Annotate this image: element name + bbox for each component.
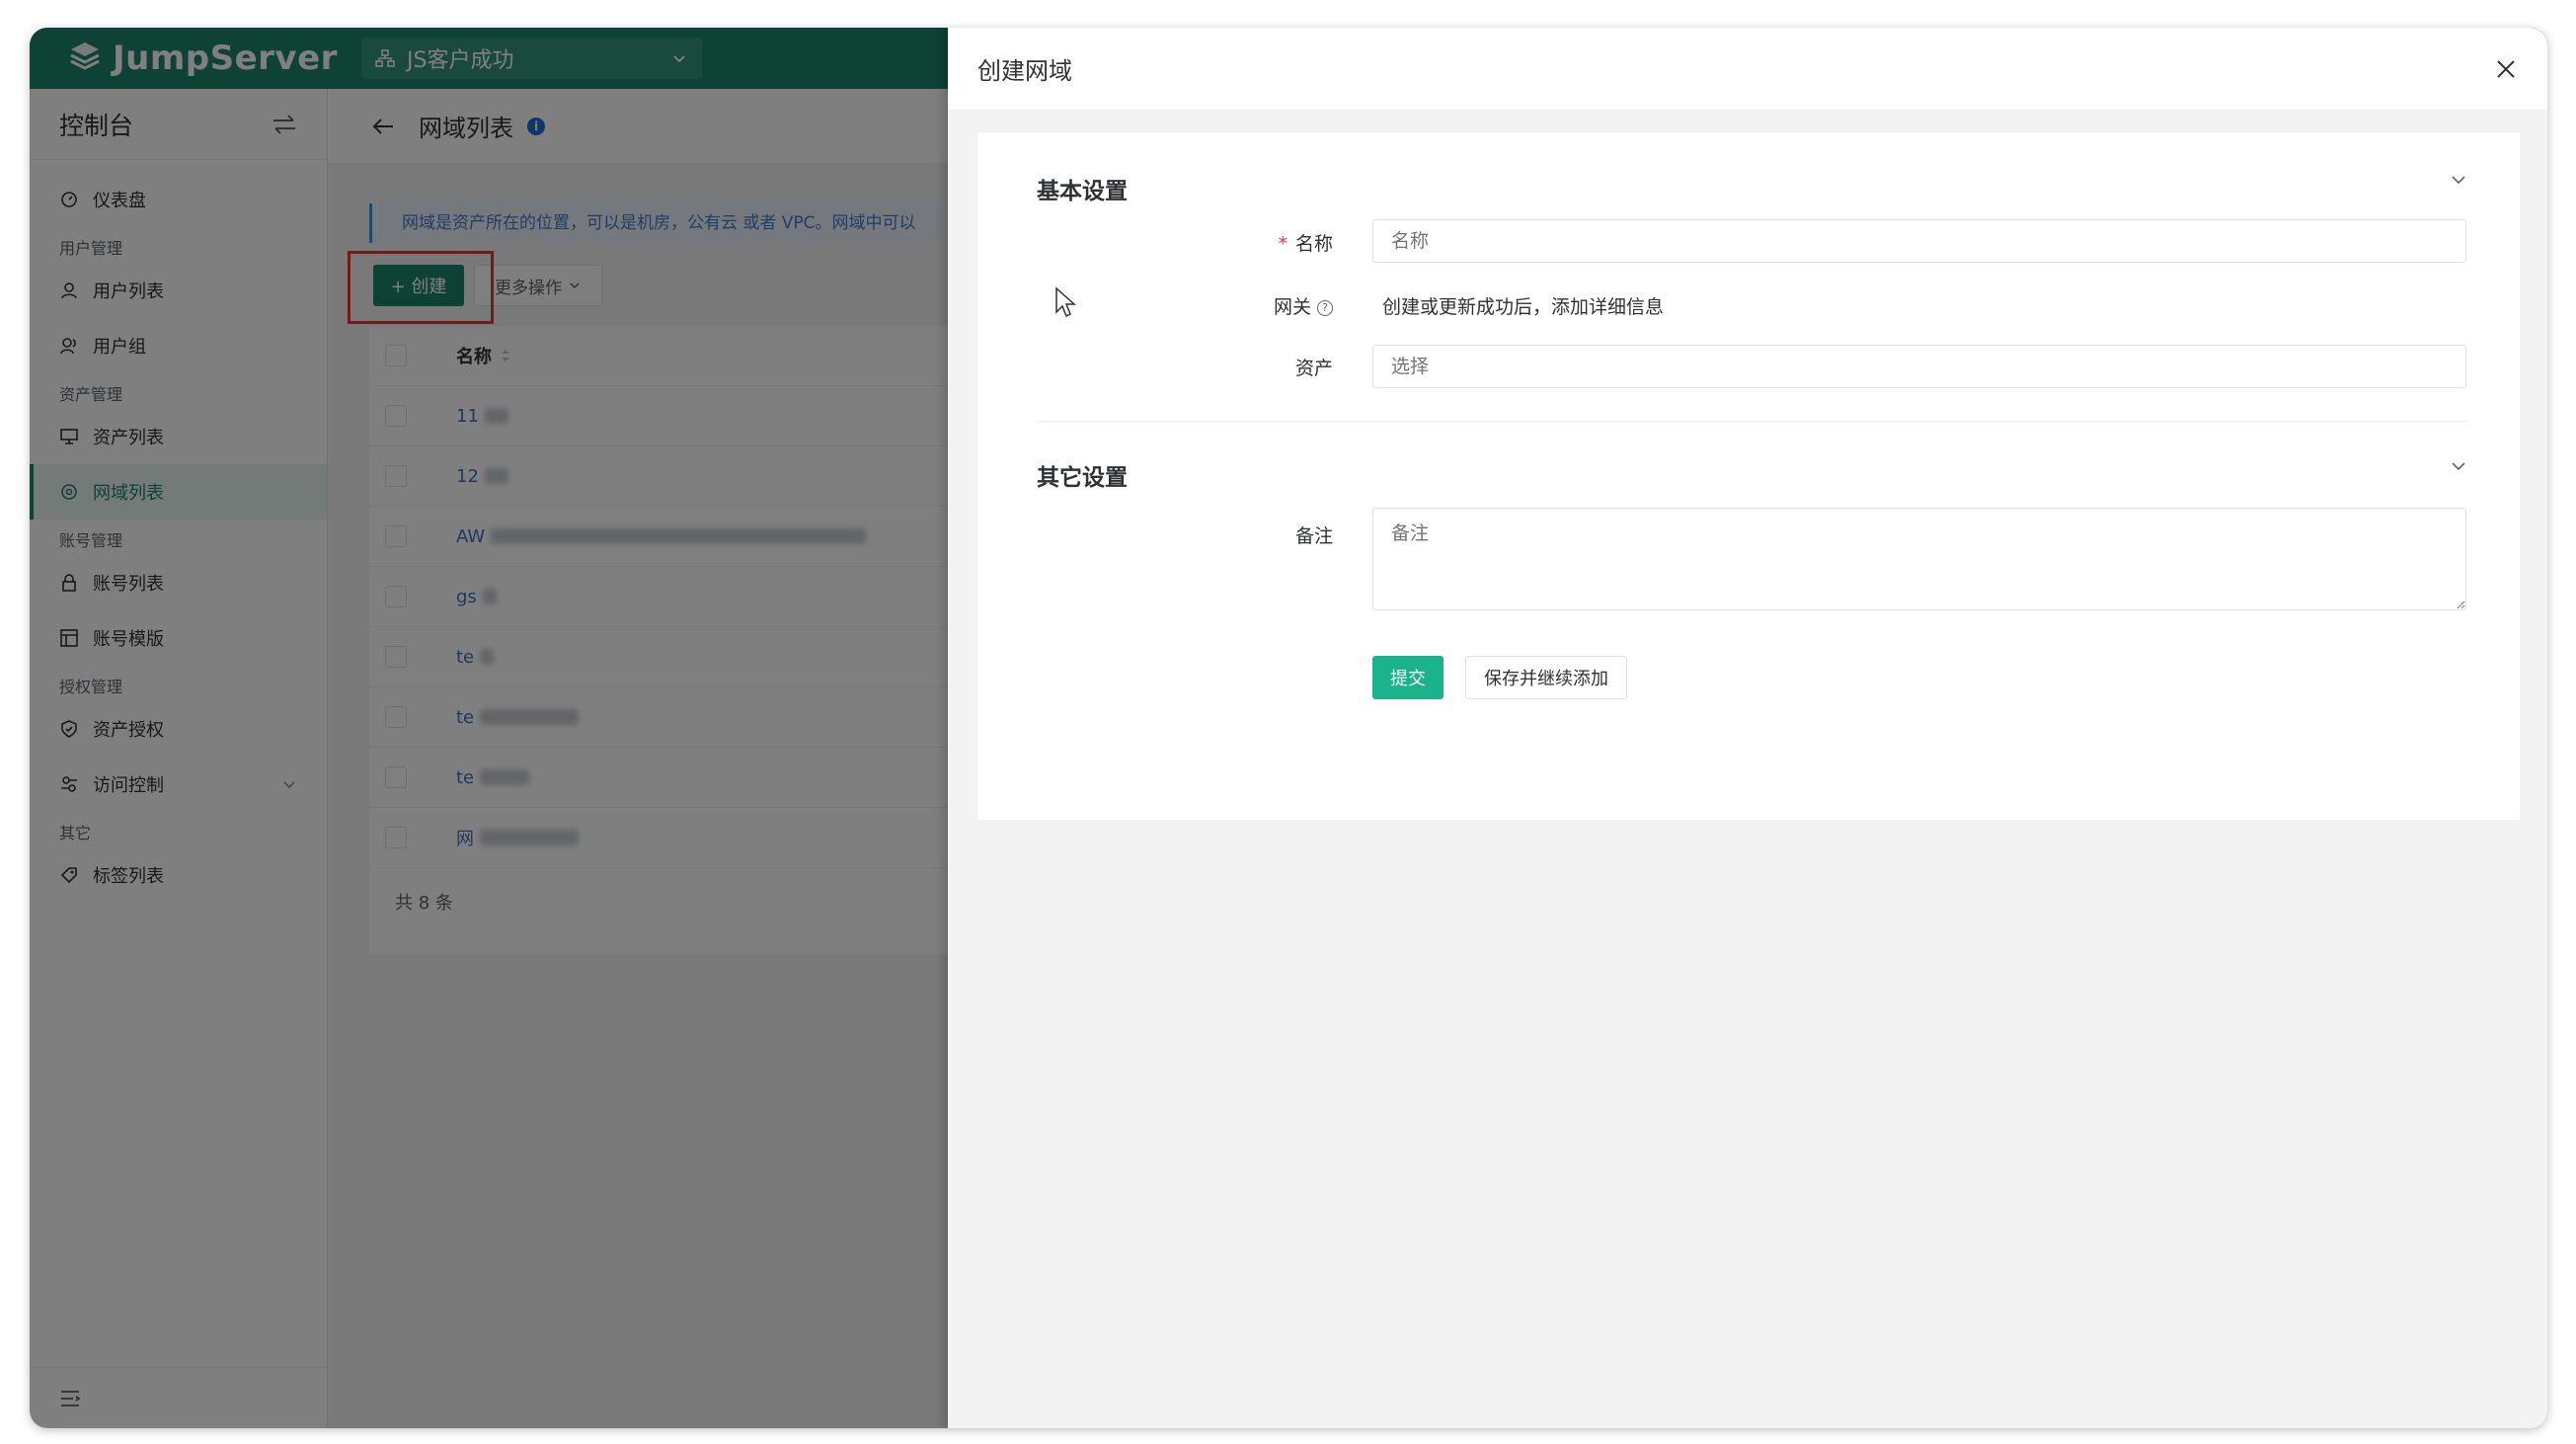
save-continue-button[interactable]: 保存并继续添加: [1465, 656, 1627, 699]
section-title-other: 其它设置: [1037, 465, 1128, 491]
drawer-header: 创建网域: [948, 28, 2547, 111]
app-window: JumpServer JS客户成功 控制台 仪表盘 用户管理: [30, 28, 2547, 1428]
name-label-text: 名称: [1294, 233, 1333, 255]
gateway-label: 网关?: [977, 292, 1333, 319]
asset-label: 资产: [1294, 358, 1333, 379]
domain-form: 基本设置 *名称 网关? 创建或更新成功后，添加详细信息 资产 其它设置 备注 …: [977, 132, 2520, 820]
chevron-down-icon[interactable]: [2449, 456, 2468, 476]
comment-label: 备注: [1294, 525, 1333, 547]
asset-select[interactable]: [1372, 345, 2466, 388]
gateway-info: 创建或更新成功后，添加详细信息: [1382, 296, 1665, 318]
section-divider: [1037, 421, 2468, 422]
drawer-title: 创建网域: [977, 57, 1072, 85]
name-label: * 名称: [977, 229, 1333, 256]
create-domain-drawer: 创建网域 基本设置 * 名称 网关? 创建或更新成功后，添加详细信息 资产 其它设…: [948, 28, 2547, 1428]
submit-button[interactable]: 提交: [1372, 656, 1444, 699]
chevron-down-icon[interactable]: [2449, 170, 2468, 190]
help-icon[interactable]: ?: [1317, 299, 1333, 316]
name-input[interactable]: [1372, 219, 2466, 263]
comment-textarea[interactable]: [1372, 508, 2466, 610]
drawer-body: 基本设置 *名称 网关? 创建或更新成功后，添加详细信息 资产 其它设置 备注 …: [948, 111, 2547, 1428]
close-icon[interactable]: [2494, 57, 2518, 81]
section-title-basic: 基本设置: [1037, 179, 1128, 204]
mouse-cursor-icon: [1055, 286, 1076, 318]
required-marker: *: [1278, 233, 1288, 255]
gateway-label-text: 网关: [1273, 296, 1311, 318]
